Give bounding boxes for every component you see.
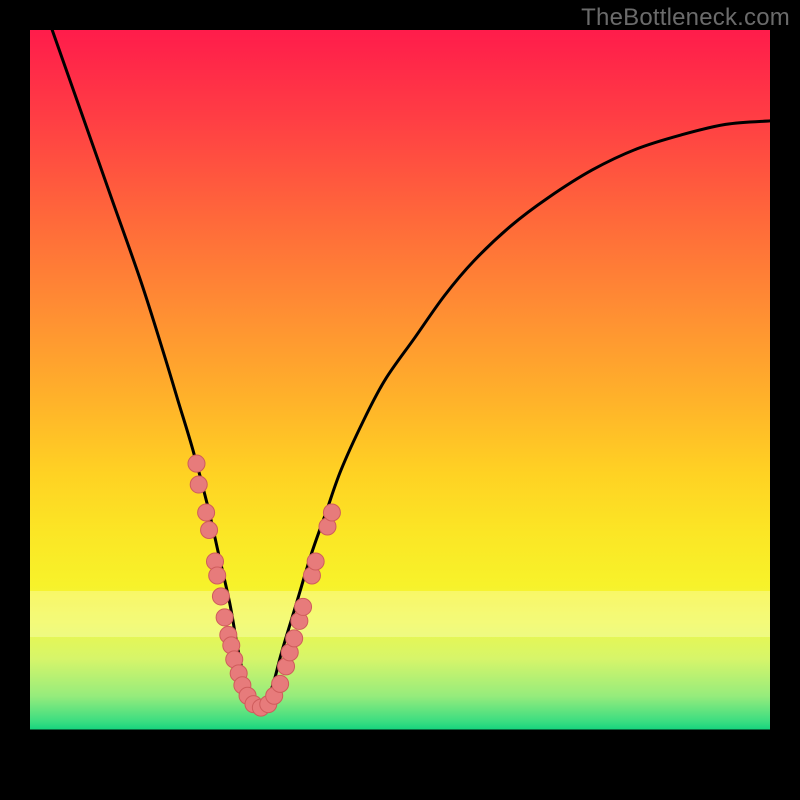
plot-area xyxy=(30,30,770,770)
data-marker xyxy=(198,504,215,521)
data-marker xyxy=(286,630,303,647)
data-marker xyxy=(272,675,289,692)
data-marker xyxy=(307,553,324,570)
data-marker xyxy=(216,609,233,626)
data-marker xyxy=(295,598,312,615)
watermark-text: TheBottleneck.com xyxy=(581,4,790,32)
data-marker xyxy=(209,567,226,584)
bottleneck-curve-svg xyxy=(30,30,770,770)
data-marker xyxy=(188,455,205,472)
data-marker xyxy=(212,588,229,605)
data-marker xyxy=(201,521,218,538)
chart-frame: TheBottleneck.com xyxy=(0,0,800,800)
data-marker xyxy=(323,504,340,521)
bottleneck-curve xyxy=(52,30,770,708)
data-marker xyxy=(190,476,207,493)
